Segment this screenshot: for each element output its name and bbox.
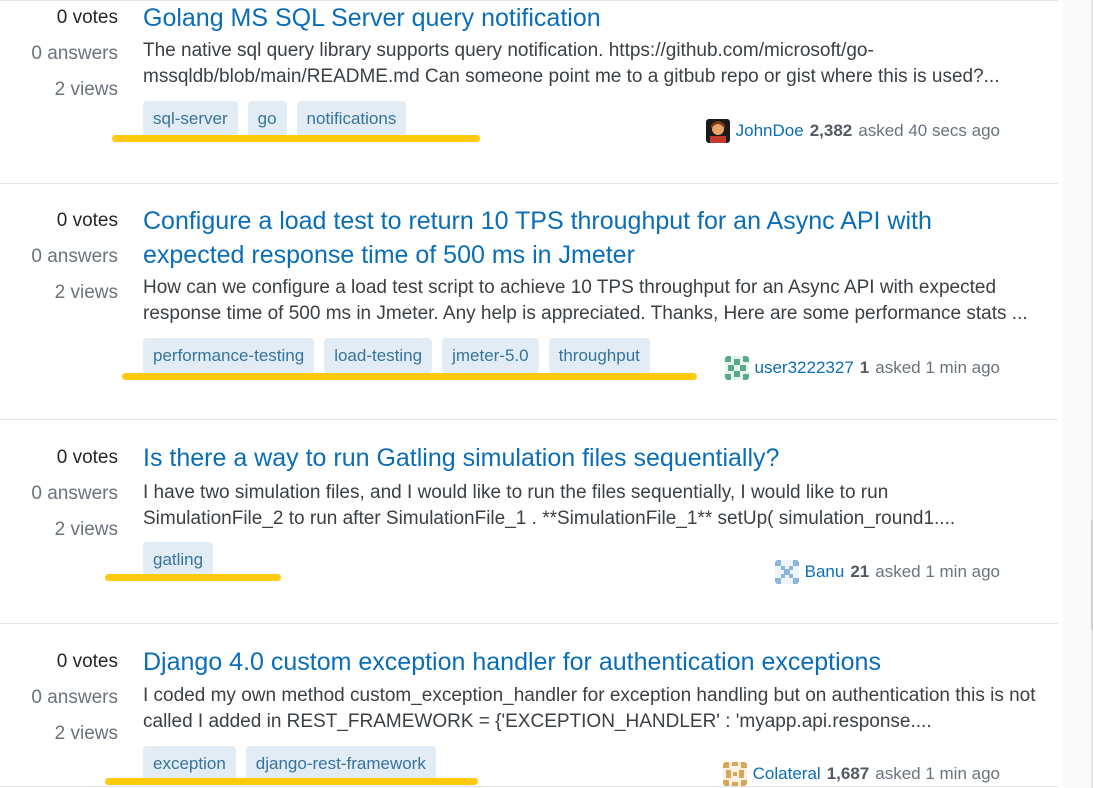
user-name-link[interactable]: Colateral [753, 764, 821, 784]
view-count: 2 views [54, 282, 118, 303]
question-stats: 0 votes 0 answers 2 views [0, 644, 118, 752]
vote-count: 0 votes [56, 651, 118, 672]
highlight-underline [112, 135, 480, 142]
answer-count: 0 answers [31, 246, 118, 267]
photo-avatar-icon[interactable] [705, 119, 730, 143]
tag-gatling[interactable]: gatling [143, 542, 214, 578]
identicon-icon[interactable] [774, 560, 799, 584]
question-title-link[interactable]: Golang MS SQL Server query notification [143, 1, 1023, 35]
question-excerpt: I have two simulation files, and I would… [143, 482, 956, 529]
vote-count: 0 votes [56, 210, 118, 231]
user-card: Colateral 1,687 asked 1 min ago [722, 761, 1000, 787]
highlight-underline [105, 778, 478, 785]
user-card: user3222327 1 asked 1 min ago [724, 355, 1000, 381]
question-excerpt: I coded my own method custom_exception_h… [143, 685, 1036, 732]
reputation-score: 2,382 [809, 121, 853, 140]
answer-count: 0 answers [31, 687, 118, 708]
question-title-link[interactable]: Django 4.0 custom exception handler for … [143, 645, 1023, 679]
question-title-link[interactable]: Is there a way to run Gatling simulation… [143, 441, 1023, 475]
tag-go[interactable]: go [247, 101, 287, 137]
vote-count: 0 votes [56, 7, 118, 28]
asked-time[interactable]: asked 40 secs ago [858, 121, 1000, 141]
question-divider [0, 183, 1058, 184]
identicon-icon[interactable] [724, 356, 749, 380]
highlight-underline [122, 373, 697, 380]
question-stats: 0 votes 0 answers 2 views [0, 203, 118, 311]
scrollbar[interactable] [1062, 0, 1093, 788]
question-divider [0, 419, 1058, 420]
user-name-link[interactable]: user3222327 [755, 358, 854, 378]
tag-notifications[interactable]: notifications [296, 101, 407, 137]
user-card: Banu 21 asked 1 min ago [774, 559, 1000, 585]
reputation-score: 1 [859, 358, 870, 377]
question-excerpt: How can we configure a load test script … [143, 277, 1028, 324]
asked-time[interactable]: asked 1 min ago [875, 562, 1000, 582]
tag-performance-testing[interactable]: performance-testing [143, 338, 315, 374]
question-divider [0, 623, 1058, 624]
tag-list: gatling [143, 542, 214, 578]
vote-count: 0 votes [56, 447, 118, 468]
tag-sql-server[interactable]: sql-server [143, 101, 238, 137]
view-count: 2 views [54, 723, 118, 744]
view-count: 2 views [54, 519, 118, 540]
answer-count: 0 answers [31, 43, 118, 64]
reputation-score: 21 [850, 562, 870, 581]
reputation-score: 1,687 [826, 764, 870, 783]
identicon-icon[interactable] [722, 762, 747, 786]
asked-time[interactable]: asked 1 min ago [875, 358, 1000, 378]
tag-jmeter-5-0[interactable]: jmeter-5.0 [442, 338, 539, 374]
user-card: JohnDoe 2,382 asked 40 secs ago [705, 118, 1000, 144]
question-excerpt: The native sql query library supports qu… [143, 40, 1000, 87]
asked-time[interactable]: asked 1 min ago [875, 764, 1000, 784]
question-stats: 0 votes 0 answers 2 views [0, 440, 118, 548]
tag-exception[interactable]: exception [143, 746, 236, 782]
question-stats: 0 votes 0 answers 2 views [0, 0, 118, 108]
answer-count: 0 answers [31, 483, 118, 504]
tag-list: exception django-rest-framework [143, 746, 436, 782]
tag-load-testing[interactable]: load-testing [324, 338, 433, 374]
question-title-link[interactable]: Configure a load test to return 10 TPS t… [143, 204, 1013, 272]
tag-list: sql-server go notifications [143, 101, 407, 137]
tag-django-rest-framework[interactable]: django-rest-framework [245, 746, 436, 782]
tag-list: performance-testing load-testing jmeter-… [143, 338, 650, 374]
view-count: 2 views [54, 79, 118, 100]
highlight-underline [105, 574, 281, 581]
user-name-link[interactable]: JohnDoe [736, 121, 804, 141]
user-name-link[interactable]: Banu [805, 562, 845, 582]
tag-throughput[interactable]: throughput [548, 338, 650, 374]
